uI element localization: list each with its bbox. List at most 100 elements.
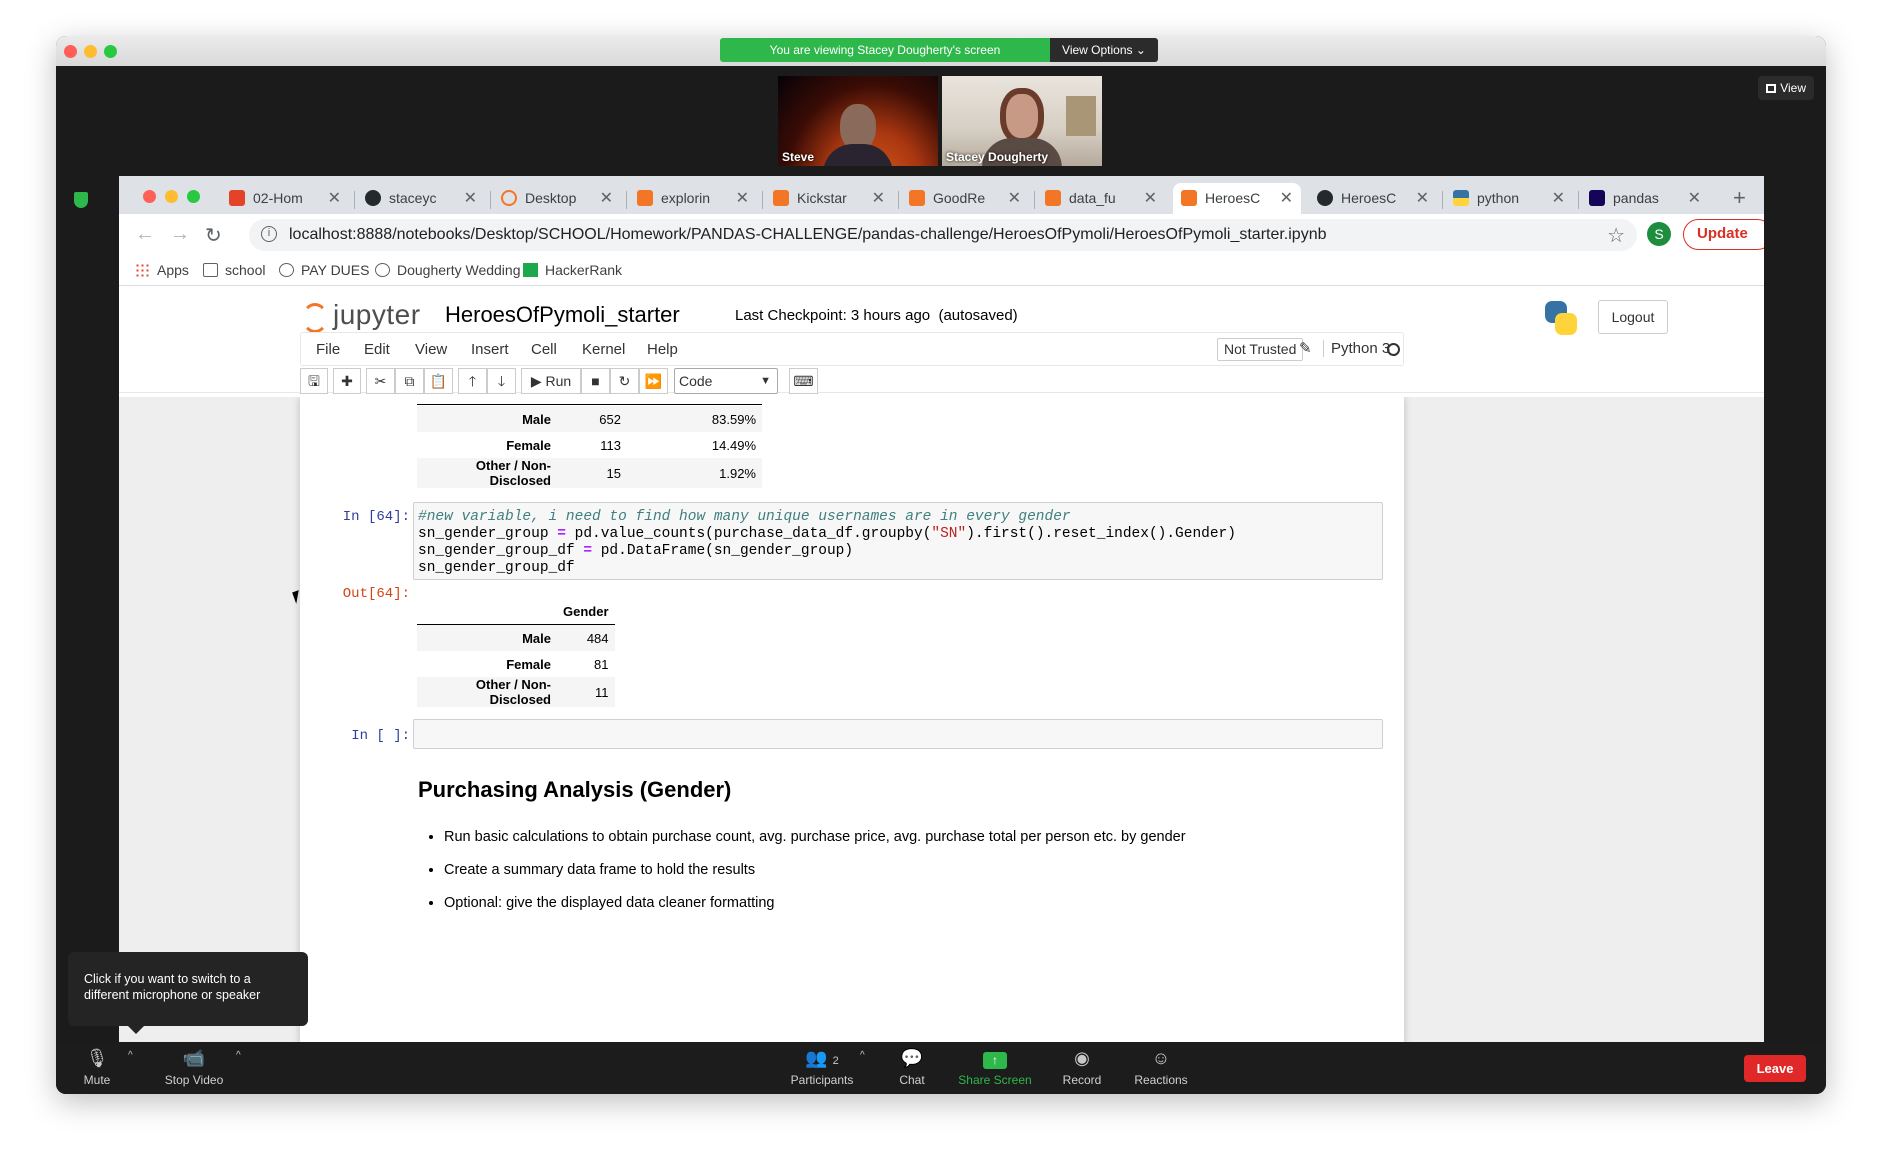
browser-tab[interactable]: data_fu ✕ (1037, 183, 1165, 214)
browser-tab[interactable]: python ✕ (1445, 183, 1573, 214)
logout-button[interactable]: Logout (1598, 300, 1668, 334)
view-button[interactable]: View (1758, 76, 1814, 100)
browser-tab[interactable]: pandas ✕ (1581, 183, 1709, 214)
pencil-icon[interactable]: ✎ (1299, 339, 1312, 357)
github-icon (1317, 190, 1333, 206)
video-tile-stacey[interactable]: Stacey Dougherty (942, 76, 1102, 166)
cell-type-value: Code (679, 373, 713, 389)
save-button[interactable]: 🖫 (300, 368, 328, 394)
unique-users-by-gender-table: Gender Male 484 Female 81 Other / Non-Disc… (417, 598, 615, 707)
run-button[interactable]: ▶ Run (521, 368, 581, 394)
close-icon[interactable]: ✕ (872, 183, 885, 214)
notebook-icon (773, 190, 789, 206)
not-trusted-button[interactable]: Not Trusted (1217, 338, 1304, 361)
reload-icon[interactable]: ↻ (205, 223, 222, 248)
close-window-button[interactable] (64, 45, 77, 58)
notebook-title[interactable]: HeroesOfPymoli_starter (445, 302, 680, 328)
insert-cell-button[interactable]: ✚ (333, 368, 361, 394)
shield-icon[interactable] (74, 192, 88, 208)
menu-insert[interactable]: Insert (471, 341, 509, 358)
browser-tab[interactable]: HeroesC ✕ (1309, 183, 1437, 214)
cut-button[interactable]: ✂ (366, 368, 395, 394)
chevron-up-icon[interactable]: ^ (236, 1050, 241, 1061)
globe-icon (375, 263, 390, 277)
browser-tab[interactable]: Desktop ✕ (493, 183, 621, 214)
menu-help[interactable]: Help (647, 341, 678, 358)
run-all-button[interactable]: ⏩ (639, 368, 668, 394)
maximize-window-button[interactable] (187, 190, 200, 203)
jupyter-logo-icon[interactable] (302, 303, 328, 333)
minimize-window-button[interactable] (84, 45, 97, 58)
bookmark-apps[interactable]: Apps (135, 262, 189, 278)
interrupt-button[interactable]: ■ (581, 368, 610, 394)
menu-file[interactable]: File (316, 341, 340, 358)
jupyter-icon (501, 190, 517, 206)
bookmark-pay-dues[interactable]: PAY DUES (279, 262, 369, 278)
viewing-banner: You are viewing Stacey Dougherty's scree… (720, 38, 1050, 62)
minimize-window-button[interactable] (165, 190, 178, 203)
close-icon[interactable]: ✕ (1552, 183, 1565, 214)
jupyter-logo-text[interactable]: jupyter (333, 299, 421, 331)
empty-code-cell[interactable] (413, 719, 1383, 749)
browser-tab[interactable]: staceyc ✕ (357, 183, 485, 214)
participants-button[interactable]: 👥 2 Participants (784, 1048, 860, 1087)
kernel-name[interactable]: Python 3 (1323, 340, 1390, 357)
close-icon[interactable]: ✕ (1416, 183, 1429, 214)
record-button[interactable]: ◉ Record (1056, 1048, 1108, 1087)
browser-tab-active[interactable]: HeroesC ✕ (1173, 183, 1301, 214)
move-down-button[interactable]: 🡓 (487, 368, 516, 394)
cell-type-select[interactable]: Code ▼ (674, 368, 778, 394)
browser-tab[interactable]: 02-Hom ✕ (221, 183, 349, 214)
chat-button[interactable]: 💬 Chat (890, 1048, 934, 1087)
close-icon[interactable]: ✕ (600, 183, 613, 214)
reactions-button[interactable]: ☺ Reactions (1128, 1048, 1194, 1087)
close-icon[interactable]: ✕ (464, 183, 477, 214)
info-icon[interactable]: i (261, 226, 277, 242)
browser-tab[interactable]: explorin ✕ (629, 183, 757, 214)
stop-video-button[interactable]: 📹 Stop Video (152, 1048, 236, 1087)
browser-tab[interactable]: GoodRe ✕ (901, 183, 1029, 214)
new-tab-button[interactable]: + (1733, 185, 1746, 211)
restart-button[interactable]: ↻ (610, 368, 639, 394)
move-up-button[interactable]: 🡑 (458, 368, 487, 394)
forward-icon[interactable]: → (170, 223, 190, 246)
paste-button[interactable]: 📋 (424, 368, 453, 394)
bookmark-hackerrank[interactable]: HackerRank (523, 262, 622, 278)
profile-avatar[interactable]: S (1647, 222, 1671, 246)
chevron-up-icon[interactable]: ^ (128, 1050, 133, 1061)
close-window-button[interactable] (143, 190, 156, 203)
leave-button[interactable]: Leave (1744, 1055, 1806, 1082)
bookmark-school[interactable]: school (203, 262, 265, 278)
address-bar[interactable]: i localhost:8888/notebooks/Desktop/SCHOO… (249, 219, 1637, 251)
close-icon[interactable]: ✕ (1280, 183, 1293, 214)
row-label: Male (417, 625, 557, 651)
close-icon[interactable]: ✕ (1688, 183, 1701, 214)
close-icon[interactable]: ✕ (736, 183, 749, 214)
tab-title: Kickstar (797, 190, 847, 206)
command-palette-button[interactable]: ⌨ (789, 368, 818, 394)
close-icon[interactable]: ✕ (1008, 183, 1021, 214)
menu-view[interactable]: View (415, 341, 447, 358)
bookmark-star-icon[interactable]: ☆ (1607, 223, 1625, 248)
back-icon[interactable]: ← (135, 223, 155, 246)
view-options-button[interactable]: View Options ⌄ (1050, 38, 1158, 62)
browser-tab[interactable]: Kickstar ✕ (765, 183, 893, 214)
maximize-window-button[interactable] (104, 45, 117, 58)
autosave-text: (autosaved) (938, 307, 1018, 324)
video-tile-steve[interactable]: Steve (778, 76, 938, 166)
chevron-up-icon[interactable]: ^ (860, 1050, 865, 1061)
share-screen-button[interactable]: ↑ Share Screen (954, 1048, 1036, 1087)
close-icon[interactable]: ✕ (328, 183, 341, 214)
gitlab-icon (229, 190, 245, 206)
python-icon (1453, 190, 1469, 206)
bookmark-dougherty-wedding[interactable]: Dougherty Wedding (375, 262, 520, 278)
menu-edit[interactable]: Edit (364, 341, 390, 358)
menu-cell[interactable]: Cell (531, 341, 557, 358)
microphone-tooltip[interactable]: Click if you want to switch to a differe… (68, 952, 308, 1034)
mute-button[interactable]: 🎙 Mute (78, 1048, 116, 1087)
update-button[interactable]: Update (1683, 219, 1764, 250)
code-cell[interactable]: #new variable, i need to find how many u… (413, 502, 1383, 580)
close-icon[interactable]: ✕ (1144, 183, 1157, 214)
copy-button[interactable]: ⧉ (395, 368, 424, 394)
menu-kernel[interactable]: Kernel (582, 341, 625, 358)
